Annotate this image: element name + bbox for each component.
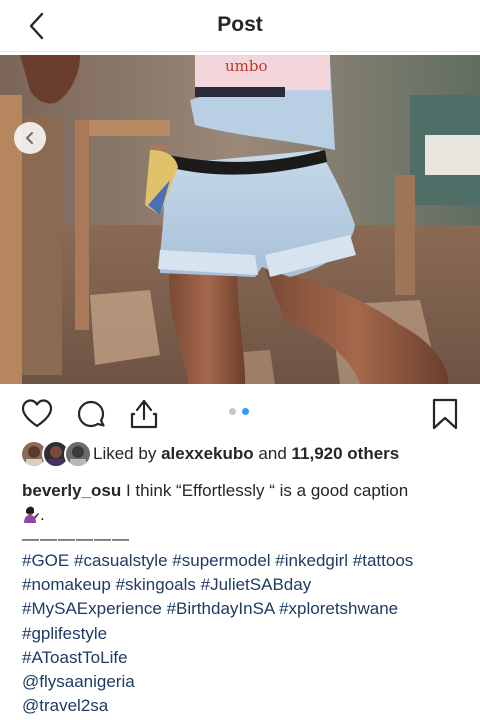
- like-button[interactable]: [20, 397, 54, 431]
- liker-avatars[interactable]: [20, 440, 92, 468]
- comment-button[interactable]: [74, 397, 108, 431]
- chevron-left-small-icon: [26, 132, 33, 144]
- carousel-dot-active: [242, 408, 249, 415]
- hashtag-line: @flysaanigeria: [22, 670, 468, 694]
- caption-text: I think “Effortlessly “ is a good captio…: [125, 481, 409, 500]
- hashtag-line: @travel2sa: [22, 694, 468, 718]
- hashtag-link[interactable]: #MySAExperience: [22, 599, 162, 618]
- chevron-left-icon: [29, 12, 44, 40]
- svg-text:umbo: umbo: [225, 57, 268, 75]
- avatar: [64, 440, 92, 468]
- hashtag-block: #GOE #casualstyle #supermodel #inkedgirl…: [22, 549, 468, 718]
- hashtag-link[interactable]: #BirthdayInSA: [167, 599, 275, 618]
- hashtag-line: #MySAExperience #BirthdayInSA #xploretsh…: [22, 597, 468, 621]
- page-title: Post: [217, 13, 263, 36]
- hashtag-link[interactable]: #AToastToLife: [22, 648, 128, 667]
- likes-others-link[interactable]: 11,920 others: [292, 444, 400, 463]
- hashtag-link[interactable]: #inkedgirl: [275, 551, 348, 570]
- carousel-dot-inactive: [229, 408, 236, 415]
- comment-icon: [77, 400, 105, 428]
- mention-link[interactable]: @travel2sa: [22, 696, 108, 715]
- post-caption: beverly_osu I think “Effortlessly “ is a…: [22, 479, 468, 551]
- hashtag-link[interactable]: #skingoals: [116, 575, 196, 594]
- likes-conjunction: and: [258, 444, 287, 463]
- back-button[interactable]: [24, 10, 52, 42]
- hashtag-line: #AToastToLife: [22, 646, 468, 670]
- likes-row: Liked by alexxekubo and 11,920 others: [20, 440, 470, 468]
- save-button[interactable]: [428, 397, 462, 431]
- hashtag-link[interactable]: #casualstyle: [74, 551, 168, 570]
- bookmark-icon: [432, 398, 458, 430]
- hashtag-link[interactable]: #GOE: [22, 551, 69, 570]
- mention-link[interactable]: @flysaanigeria: [22, 672, 135, 691]
- carousel-previous-button[interactable]: [14, 122, 46, 154]
- post-actions-bar: [0, 394, 480, 434]
- post-photo-illustration: umbo: [0, 55, 480, 384]
- hashtag-link[interactable]: #supermodel: [172, 551, 270, 570]
- hashtag-link[interactable]: #gplifestyle: [22, 624, 107, 643]
- carousel-indicator: [229, 408, 253, 418]
- likes-summary: Liked by alexxekubo and 11,920 others: [93, 444, 399, 464]
- caption-period: .: [40, 505, 45, 524]
- liker-username[interactable]: alexxekubo: [161, 444, 254, 463]
- likes-prefix: Liked by: [93, 444, 157, 463]
- caption-separator: ——————: [22, 529, 130, 548]
- heart-icon: [21, 399, 53, 428]
- hashtag-link[interactable]: #JulietSABday: [201, 575, 312, 594]
- share-icon: [130, 399, 158, 429]
- top-bar: Post: [0, 0, 480, 52]
- person-gesturing-emoji: [24, 506, 39, 523]
- post-image[interactable]: umbo: [0, 55, 480, 384]
- hashtag-line: #gplifestyle: [22, 622, 468, 646]
- caption-username[interactable]: beverly_osu: [22, 481, 121, 500]
- hashtag-link[interactable]: #nomakeup: [22, 575, 111, 594]
- hashtag-link[interactable]: #tattoos: [353, 551, 414, 570]
- hashtag-line: #nomakeup #skingoals #JulietSABday: [22, 573, 468, 597]
- share-button[interactable]: [127, 397, 161, 431]
- hashtag-line: #GOE #casualstyle #supermodel #inkedgirl…: [22, 549, 468, 573]
- hashtag-link[interactable]: #xploretshwane: [279, 599, 398, 618]
